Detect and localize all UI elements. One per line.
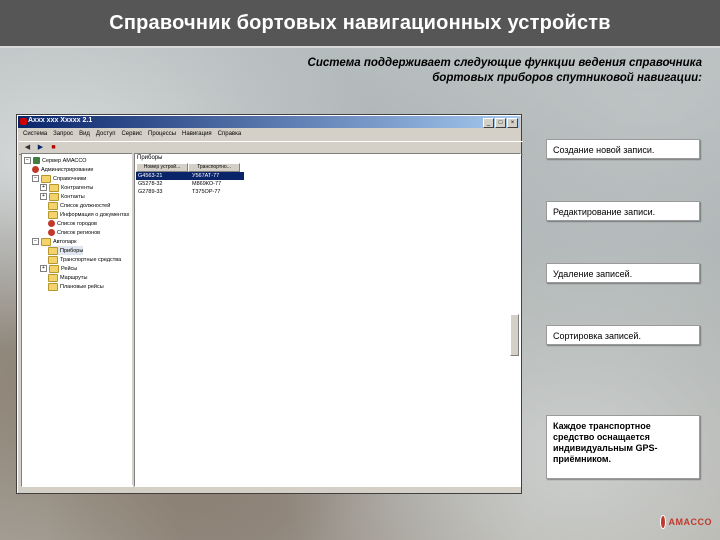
menu-help[interactable]: Справка xyxy=(218,129,242,140)
folder-icon xyxy=(49,192,59,201)
menu-bar: Система Запрос Вид Доступ Сервис Процесс… xyxy=(19,129,241,140)
tree-item-server[interactable]: − Сервер АМАССО xyxy=(24,156,87,165)
cell-device-number: G5278-32 xyxy=(138,181,163,187)
table-row[interactable]: G2789-33 Т375ОР-77 xyxy=(136,188,244,196)
menu-view[interactable]: Вид xyxy=(79,129,90,140)
expand-icon[interactable]: + xyxy=(40,265,47,272)
window-title-bar: Axxx xxx Xxxxx 2.1 _ □ × xyxy=(18,116,520,128)
tree-item-label: Транспортные средства xyxy=(60,256,122,263)
folder-icon xyxy=(49,264,59,273)
tree-item-contacts[interactable]: + Контакты xyxy=(40,192,85,201)
collapse-icon[interactable]: − xyxy=(24,157,31,164)
tree-item-contractors[interactable]: + Контрагенты xyxy=(40,183,93,192)
tree-item-routes[interactable]: Маршруты xyxy=(48,273,87,282)
menu-query[interactable]: Запрос xyxy=(53,129,73,140)
expand-icon[interactable]: + xyxy=(40,184,47,191)
folder-icon xyxy=(41,174,51,183)
gps-note: Каждое транспортное средство оснащается … xyxy=(546,415,700,479)
feature-create-record: Создание новой записи. xyxy=(546,139,700,159)
folder-icon xyxy=(48,246,58,255)
pane-caption: Приборы xyxy=(137,155,163,161)
tree-item-positions[interactable]: Список должностей xyxy=(48,201,110,210)
tree-item-trips[interactable]: + Рейсы xyxy=(40,264,77,273)
feature-edit-record: Редактирование записи. xyxy=(546,201,700,221)
play-icon[interactable]: ▶ xyxy=(36,143,45,152)
tree-item-label: Список регионов xyxy=(57,229,101,236)
tree-item-label: Рейсы xyxy=(61,265,78,272)
grid-header: Номер устрой... Транспортно... xyxy=(136,163,240,172)
regions-icon xyxy=(48,229,55,236)
tree-item-label: Информация о документах xyxy=(60,211,130,218)
menu-system[interactable]: Система xyxy=(23,129,47,140)
cell-vehicle: Т375ОР-77 xyxy=(192,189,221,195)
tree-item-label: Список городов xyxy=(57,220,97,227)
server-icon xyxy=(33,157,40,164)
tree-item-label: Контрагенты xyxy=(61,184,94,191)
tree-item-label: Контакты xyxy=(61,193,85,200)
tree-item-label: Плановые рейсы xyxy=(60,283,104,290)
tree-item-regions[interactable]: Список регионов xyxy=(48,228,100,237)
tree-item-label: Справочники xyxy=(53,175,87,182)
feature-sort-records: Сортировка записей. xyxy=(546,325,700,345)
tree-item-label: Администрирование xyxy=(41,166,94,173)
app-icon xyxy=(20,118,27,125)
tree-item-documents-info[interactable]: Информация о документах xyxy=(48,210,129,219)
cell-vehicle: У567АТ-77 xyxy=(190,172,244,180)
tree-item-planned-trips[interactable]: Плановые рейсы xyxy=(48,282,104,291)
folder-icon xyxy=(41,237,51,246)
maximize-button[interactable]: □ xyxy=(495,118,506,128)
folder-icon xyxy=(48,201,58,210)
column-vehicle[interactable]: Транспортно... xyxy=(188,163,240,172)
table-row[interactable]: G5278-32 М869КО-77 xyxy=(136,180,244,188)
tree-item-vehicles[interactable]: Транспортные средства xyxy=(48,255,121,264)
tree-item-label: Автопарк xyxy=(53,238,77,245)
logo-mark-icon xyxy=(660,515,666,529)
intro-text: Система поддерживает следующие функции в… xyxy=(307,57,702,84)
administration-icon xyxy=(32,166,39,173)
cell-device-number: G2789-33 xyxy=(138,189,163,195)
folder-icon xyxy=(48,282,58,291)
menu-service[interactable]: Сервис xyxy=(121,129,142,140)
tree-item-cities[interactable]: Список городов xyxy=(48,219,97,228)
tree-item-label: Маршруты xyxy=(60,274,88,281)
tree-item-fleet[interactable]: − Автопарк xyxy=(32,237,77,246)
collapse-icon[interactable]: − xyxy=(32,238,39,245)
tree-item-devices[interactable]: Приборы xyxy=(48,246,84,255)
devices-pane: Приборы Номер устрой... Транспортно... G… xyxy=(134,153,521,487)
back-arrow-icon[interactable]: ◀ xyxy=(23,143,32,152)
menu-access[interactable]: Доступ xyxy=(96,129,116,140)
tree-item-label: Приборы xyxy=(60,247,84,254)
close-button[interactable]: × xyxy=(507,118,518,128)
table-row[interactable]: G4563-21 У567АТ-77 xyxy=(136,172,244,180)
scrollbar[interactable] xyxy=(510,314,519,356)
cell-vehicle: М869КО-77 xyxy=(192,181,222,187)
feature-delete-records: Удаление записей. xyxy=(546,263,700,283)
stop-icon[interactable]: ■ xyxy=(49,143,58,152)
folder-icon xyxy=(49,183,59,192)
company-logo: AMACCO xyxy=(660,514,712,530)
minimize-button[interactable]: _ xyxy=(483,118,494,128)
window-title: Axxx xxx Xxxxx 2.1 xyxy=(28,117,93,124)
menu-processes[interactable]: Процессы xyxy=(148,129,176,140)
cities-icon xyxy=(48,220,55,227)
tree-item-administration[interactable]: Администрирование xyxy=(32,165,93,174)
folder-icon xyxy=(48,210,58,219)
tree-item-directories[interactable]: − Справочники xyxy=(32,174,86,183)
slide-title-bar: Справочник бортовых навигационных устрой… xyxy=(0,0,720,48)
collapse-icon[interactable]: − xyxy=(32,175,39,182)
folder-icon xyxy=(48,255,58,264)
folder-icon xyxy=(48,273,58,282)
logo-text: AMACCO xyxy=(668,517,712,527)
app-window: Axxx xxx Xxxxx 2.1 _ □ × Система Запрос … xyxy=(16,114,523,494)
expand-icon[interactable]: + xyxy=(40,193,47,200)
tree-item-label: Список должностей xyxy=(60,202,111,209)
navigation-tree: − Сервер АМАССО Администрирование − Спра… xyxy=(21,153,133,487)
slide-title: Справочник бортовых навигационных устрой… xyxy=(109,12,611,34)
column-device-number[interactable]: Номер устрой... xyxy=(136,163,188,172)
tree-item-label: Сервер АМАССО xyxy=(42,157,87,164)
cell-device-number: G4563-21 xyxy=(136,172,190,180)
menu-navigation[interactable]: Навигация xyxy=(182,129,212,140)
